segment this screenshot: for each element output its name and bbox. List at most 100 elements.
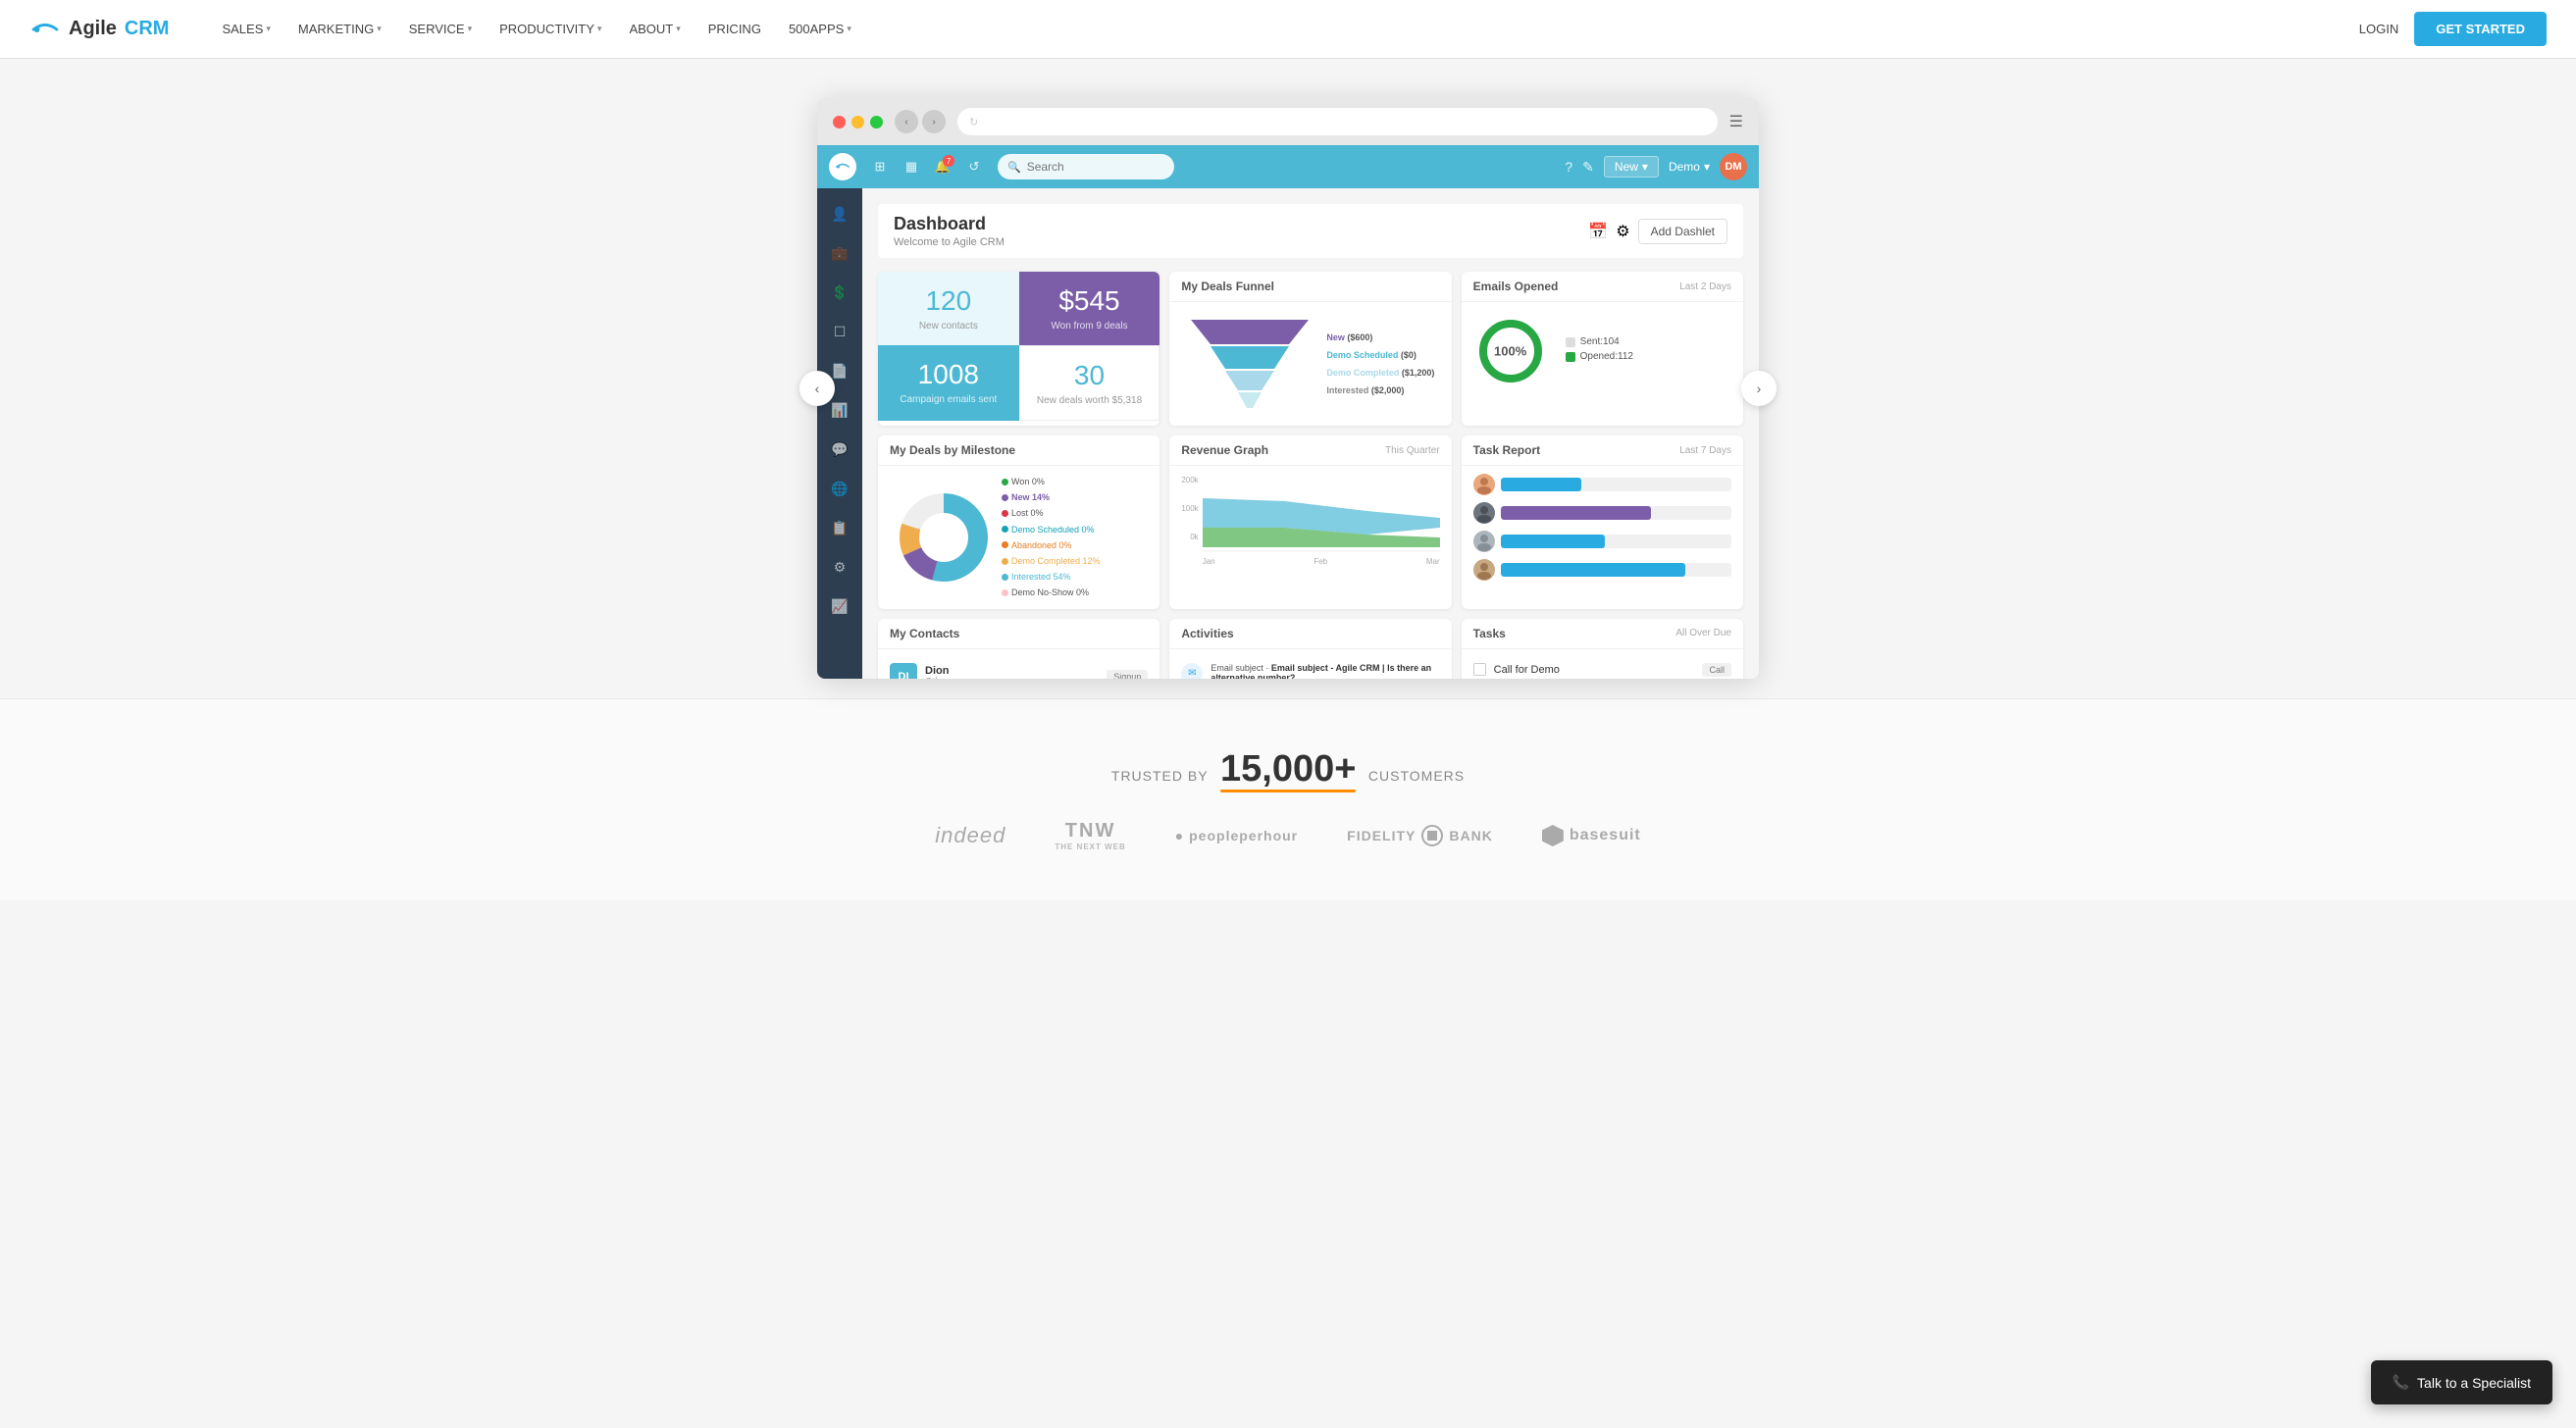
ml-won: Won 0% <box>1002 474 1101 489</box>
nav-500apps[interactable]: 500APPS ▾ <box>775 0 865 59</box>
tasks-period: All Over Due <box>1675 628 1731 638</box>
close-dot[interactable] <box>833 116 846 128</box>
activities-content: ✉ Email subject · Email subject - Agile … <box>1169 649 1451 680</box>
demo-button[interactable]: Demo ▾ <box>1669 160 1710 174</box>
tasks-dashlet: Tasks All Over Due Call for Demo Call <box>1462 619 1743 680</box>
activity-text-1: Email subject · Email subject - Agile CR… <box>1211 663 1439 680</box>
sidebar-network-icon[interactable]: ⚙ <box>822 549 857 585</box>
revenue-header: Revenue Graph This Quarter <box>1169 435 1451 466</box>
revenue-x-axis: JanFebMar <box>1203 557 1440 566</box>
trusted-suffix: CUSTOMERS <box>1368 768 1465 784</box>
browser-forward-button[interactable]: › <box>922 110 946 133</box>
scroll-right-arrow[interactable]: › <box>1741 371 1777 406</box>
nav-sales[interactable]: SALES ▾ <box>208 0 283 59</box>
logo-text-crm: CRM <box>125 18 170 40</box>
sidebar-analytics-icon[interactable]: 📈 <box>822 588 857 624</box>
chevron-down-icon: ▾ <box>377 24 382 34</box>
stats-dashlet: 120 New contacts $545 Won from 9 deals 1… <box>878 272 1159 426</box>
contacts-title: My Contacts <box>890 627 959 640</box>
dashboard-grid: 120 New contacts $545 Won from 9 deals 1… <box>878 272 1743 679</box>
won-amount: $545 <box>1031 285 1149 317</box>
activities-header: Activities <box>1169 619 1451 649</box>
sent-dot <box>1566 337 1575 347</box>
chevron-down-icon: ▾ <box>266 24 271 34</box>
tnw-logo: TNW THE NEXT WEB <box>1055 820 1125 851</box>
browser-back-button[interactable]: ‹ <box>895 110 918 133</box>
new-button[interactable]: New ▾ <box>1604 156 1659 178</box>
emails-opened-dashlet: Emails Opened Last 2 Days <box>1462 272 1743 426</box>
trusted-statement: TRUSTED BY 15,000+ CUSTOMERS <box>78 748 2498 790</box>
task-bar-row-2 <box>1473 502 1731 524</box>
settings-icon[interactable]: ⚙ <box>1616 222 1629 241</box>
edit-icon[interactable]: ✎ <box>1582 159 1594 176</box>
browser-wrapper: ‹ › ‹ › ↻ ☰ <box>817 98 1759 679</box>
nav-marketing[interactable]: MARKETING ▾ <box>284 0 395 59</box>
task-bar-fill-3 <box>1501 535 1605 548</box>
minimize-dot[interactable] <box>851 116 864 128</box>
task-tag-1: Call <box>1702 663 1731 677</box>
crm-refresh-icon[interactable]: ↺ <box>960 153 988 180</box>
ml-demo-noshow: Demo No-Show 0% <box>1002 585 1101 600</box>
browser-menu-icon[interactable]: ☰ <box>1729 112 1743 131</box>
nav-service[interactable]: SERVICE ▾ <box>395 0 486 59</box>
revenue-title: Revenue Graph <box>1181 443 1268 457</box>
pph-logo: ● peopleperhour <box>1175 828 1298 843</box>
milestone-content: Won 0% New 14% Lost 0% Demo Scheduled 0%… <box>878 466 1159 609</box>
person-icon <box>1473 502 1495 524</box>
browser-url-bar[interactable]: ↻ <box>957 108 1718 135</box>
crm-interface: ⊞ ▦ 🔔 7 ↺ 🔍 ? ✎ <box>817 145 1759 679</box>
campaign-emails-card: 1008 Campaign emails sent <box>878 345 1019 421</box>
scroll-left-arrow[interactable]: ‹ <box>799 371 835 406</box>
url-refresh-icon: ↻ <box>969 116 978 128</box>
help-icon[interactable]: ? <box>1565 159 1572 175</box>
task-bar-bg-1 <box>1501 478 1731 491</box>
revenue-dashlet: Revenue Graph This Quarter 200k 100k 0k <box>1169 435 1451 609</box>
sidebar-report-icon[interactable]: 📋 <box>822 510 857 545</box>
nav-links: SALES ▾ MARKETING ▾ SERVICE ▾ PRODUCTIVI… <box>208 0 2358 59</box>
sidebar-deals-icon[interactable]: 💼 <box>822 235 857 271</box>
deals-funnel-header: My Deals Funnel <box>1169 272 1451 302</box>
crm-search-bar[interactable]: 🔍 <box>998 154 1174 179</box>
nav-pricing[interactable]: PRICING <box>695 0 775 59</box>
sidebar-tasks-icon[interactable]: ☐ <box>822 314 857 349</box>
logo-area[interactable]: Agile CRM <box>29 18 169 40</box>
chevron-down-icon: ▾ <box>1642 160 1648 174</box>
sidebar-contacts-icon[interactable]: 👤 <box>822 196 857 231</box>
revenue-chart: JanFebMar <box>1203 474 1440 566</box>
search-input[interactable] <box>1027 160 1155 174</box>
sidebar-money-icon[interactable]: 💲 <box>822 275 857 310</box>
talk-to-specialist-button[interactable]: 📞 Talk to a Specialist <box>2371 1360 2552 1404</box>
sidebar-chat-icon[interactable]: 💬 <box>822 432 857 467</box>
avatar[interactable]: DM <box>1720 153 1747 180</box>
chevron-down-icon: ▾ <box>847 24 851 34</box>
login-link[interactable]: LOGIN <box>2359 22 2398 36</box>
get-started-button[interactable]: GET STARTED <box>2414 12 2547 46</box>
agile-logo-icon <box>29 19 61 40</box>
task-bar-bg-4 <box>1501 563 1731 577</box>
crm-calendar-icon[interactable]: ▦ <box>898 153 925 180</box>
add-dashlet-button[interactable]: Add Dashlet <box>1638 219 1727 244</box>
nav-productivity[interactable]: PRODUCTIVITY ▾ <box>486 0 615 59</box>
phone-icon: 📞 <box>2393 1374 2409 1391</box>
task-bar-bg-2 <box>1501 506 1731 520</box>
task-bar-fill-1 <box>1501 478 1581 491</box>
task-bar-bg-3 <box>1501 535 1731 548</box>
nav-about[interactable]: ABOUT ▾ <box>615 0 694 59</box>
milestone-pie <box>890 484 998 591</box>
task-bar-row-4 <box>1473 559 1731 581</box>
person-icon <box>1473 474 1495 495</box>
donut-percent: 100% <box>1494 344 1526 359</box>
new-deals-card: 30 New deals worth $5,318 <box>1019 345 1160 421</box>
top-navigation: Agile CRM SALES ▾ MARKETING ▾ SERVICE ▾ … <box>0 0 2576 59</box>
calendar-icon[interactable]: 📅 <box>1588 222 1608 241</box>
activities-dashlet: Activities ✉ Email subject · Email subje… <box>1169 619 1451 680</box>
contact-tag-1: Signup <box>1107 670 1148 680</box>
task-checkbox-1[interactable] <box>1473 663 1486 676</box>
logo-text-agile: Agile <box>69 18 117 40</box>
browser-chrome: ‹ › ↻ ☰ <box>817 98 1759 145</box>
sidebar-globe-icon[interactable]: 🌐 <box>822 471 857 506</box>
maximize-dot[interactable] <box>870 116 883 128</box>
task-report-header: Task Report Last 7 Days <box>1462 435 1743 466</box>
crm-grid-icon[interactable]: ⊞ <box>866 153 894 180</box>
crm-notification-icon[interactable]: 🔔 7 <box>929 153 956 180</box>
